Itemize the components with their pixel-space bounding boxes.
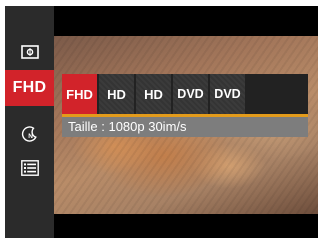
side-item-night[interactable]: N — [5, 118, 54, 150]
metering-frame-icon — [20, 45, 39, 59]
top-bar — [54, 6, 318, 36]
setting-caption: Taille : 1080p 30im/s — [62, 117, 308, 137]
option-hd-2[interactable]: HD — [136, 74, 171, 114]
svg-text:N: N — [28, 133, 33, 140]
side-item-movie-size[interactable]: FHD — [5, 70, 54, 106]
resolution-option-strip: FHD HD HD DVD DVD — [62, 74, 308, 114]
night-mode-icon: N — [21, 126, 37, 142]
menu-list-icon — [20, 160, 39, 176]
option-fhd[interactable]: FHD — [62, 74, 97, 114]
option-dvd-1[interactable]: DVD — [173, 74, 208, 114]
option-hd-1[interactable]: HD — [99, 74, 134, 114]
side-item-metering[interactable] — [5, 36, 54, 68]
side-item-label: FHD — [12, 79, 47, 96]
side-item-menu[interactable] — [5, 152, 54, 184]
side-menu: FHD N — [5, 6, 54, 238]
camera-screen: FHD N FHD HD HD DVD DVD Taille: 1080p 3… — [5, 6, 318, 238]
option-dvd-2[interactable]: DVD — [210, 74, 245, 114]
